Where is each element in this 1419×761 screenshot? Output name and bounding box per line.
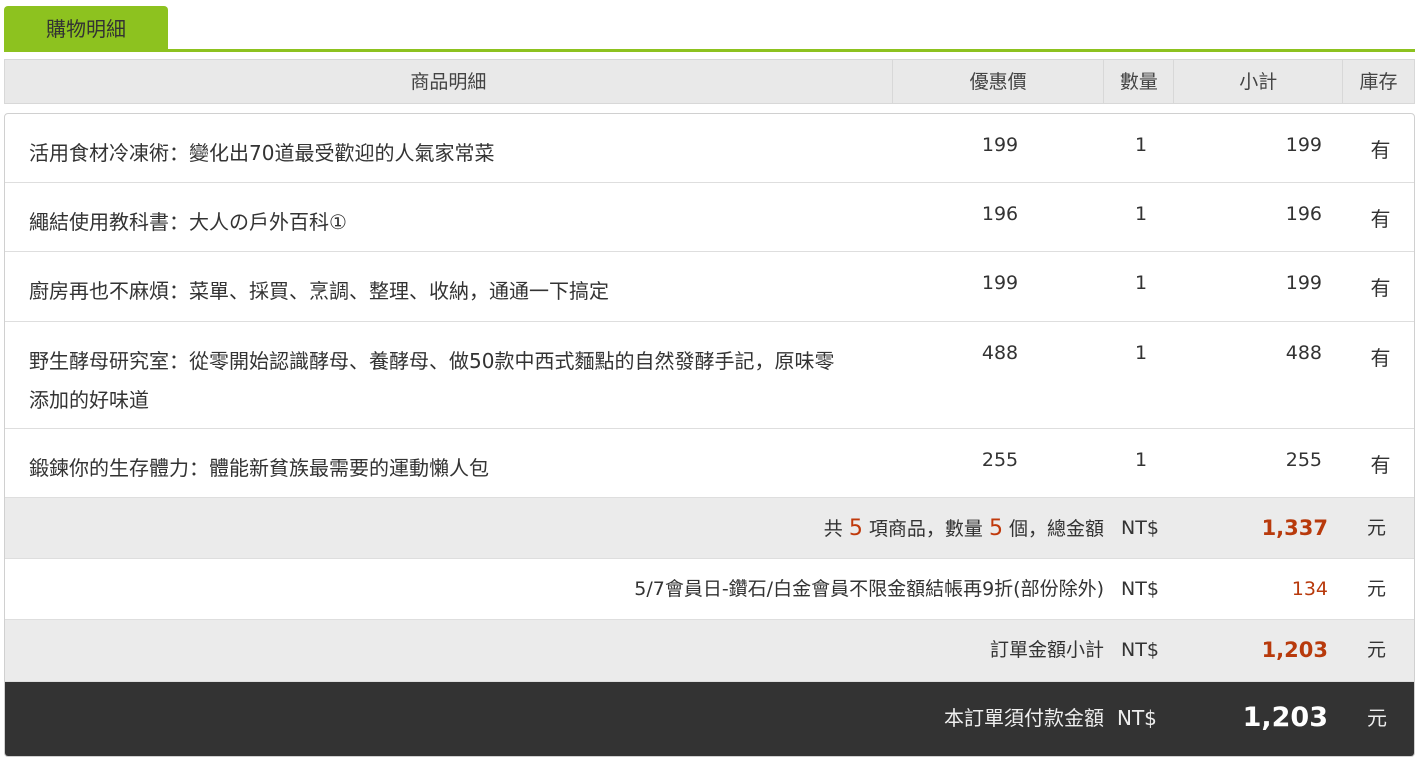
order-subtotal-row: 訂單金額小計 NT$ 1,203 元 (5, 620, 1414, 682)
header-subtotal: 小計 (1174, 60, 1344, 103)
summary-item-count: 5 (848, 516, 863, 541)
product-name[interactable]: 活用食材冷凍術：變化出70道最受歡迎的人氣家常菜 (29, 134, 849, 173)
product-qty: 1 (1134, 203, 1148, 225)
product-price: 199 (981, 134, 1019, 156)
product-subtotal: 255 (1285, 449, 1322, 471)
table-row: 廚房再也不麻煩：菜單、採買、烹調、整理、收納，通通一下搞定 199 1 199 … (5, 252, 1414, 322)
summary-count-mid: 項商品，數量 (868, 518, 983, 540)
unit-label: 元 (1367, 639, 1387, 661)
discount-row: 5/7會員日-鑽石/白金會員不限金額結帳再9折(部份除外) NT$ 134 元 (5, 559, 1414, 620)
header-stock: 庫存 (1359, 71, 1398, 93)
summary-qty-count: 5 (988, 516, 1003, 541)
product-price: 255 (981, 449, 1019, 471)
product-name[interactable]: 野生酵母研究室：從零開始認識酵母、養酵母、做50款中西式麵點的自然發酵手記，原味… (29, 342, 849, 420)
product-stock: 有 (1370, 276, 1391, 300)
summary-total-row: 共 5 項商品，數量 5 個，總金額 NT$ 1,337 元 (5, 498, 1414, 559)
header-price: 優惠價 (893, 60, 1105, 103)
unit-label: 元 (1367, 578, 1387, 600)
unit-label: 元 (1367, 706, 1387, 730)
table-row: 野生酵母研究室：從零開始認識酵母、養酵母、做50款中西式麵點的自然發酵手記，原味… (5, 322, 1414, 429)
table-row: 鍛鍊你的生存體力：體能新貧族最需要的運動懶人包 255 1 255 有 (5, 429, 1414, 498)
table-row: 繩結使用教科書：大人の戶外百科① 196 1 196 有 (5, 183, 1414, 252)
currency-label: NT$ (1121, 578, 1159, 600)
product-subtotal: 488 (1285, 342, 1322, 364)
table-header: 商品明細 優惠價 數量 小計 庫存 (4, 59, 1415, 104)
product-name[interactable]: 廚房再也不麻煩：菜單、採買、烹調、整理、收納，通通一下搞定 (29, 272, 849, 311)
currency-label: NT$ (1121, 639, 1159, 661)
unit-label: 元 (1367, 517, 1387, 539)
product-subtotal: 196 (1285, 203, 1322, 225)
product-qty: 1 (1134, 342, 1148, 364)
product-subtotal: 199 (1285, 272, 1322, 294)
product-qty: 1 (1134, 272, 1148, 294)
header-qty: 數量 (1104, 60, 1175, 103)
product-stock: 有 (1370, 346, 1391, 370)
product-price: 488 (981, 342, 1019, 364)
summary-total-label: 共 5 項商品，數量 5 個，總金額 (824, 498, 1104, 560)
currency-label: NT$ (1117, 706, 1157, 730)
product-name[interactable]: 鍛鍊你的生存體力：體能新貧族最需要的運動懶人包 (29, 449, 849, 488)
order-subtotal-amount: 1,203 (1261, 638, 1328, 662)
order-subtotal-label: 訂單金額小計 (989, 639, 1104, 661)
tab-shopping-details[interactable]: 購物明細 (4, 6, 168, 49)
discount-label: 5/7會員日-鑽石/白金會員不限金額結帳再9折(部份除外) (634, 578, 1104, 600)
product-qty: 1 (1134, 449, 1148, 471)
product-stock: 有 (1370, 453, 1391, 477)
discount-amount: 134 (1291, 578, 1328, 600)
payable-label: 本訂單須付款金額 (944, 706, 1104, 730)
product-price: 199 (981, 272, 1019, 294)
product-subtotal: 199 (1285, 134, 1322, 156)
product-stock: 有 (1370, 207, 1391, 231)
product-price: 196 (981, 203, 1019, 225)
summary-count-prefix: 共 (823, 518, 843, 540)
tab-bar: 購物明細 (4, 6, 1415, 52)
product-stock: 有 (1370, 138, 1391, 162)
summary-count-suffix: 個，總金額 (1008, 518, 1104, 540)
payable-total-row: 本訂單須付款金額 NT$ 1,203 元 (5, 682, 1414, 756)
header-name: 商品明細 (5, 60, 893, 103)
payable-amount: 1,203 (1242, 702, 1328, 733)
currency-label: NT$ (1121, 517, 1159, 539)
product-name[interactable]: 繩結使用教科書：大人の戶外百科① (29, 203, 849, 242)
summary-total-amount: 1,337 (1261, 516, 1328, 540)
product-qty: 1 (1134, 134, 1148, 156)
order-table-body: 活用食材冷凍術：變化出70道最受歡迎的人氣家常菜 199 1 199 有 繩結使… (4, 113, 1415, 757)
table-row: 活用食材冷凍術：變化出70道最受歡迎的人氣家常菜 199 1 199 有 (5, 114, 1414, 183)
